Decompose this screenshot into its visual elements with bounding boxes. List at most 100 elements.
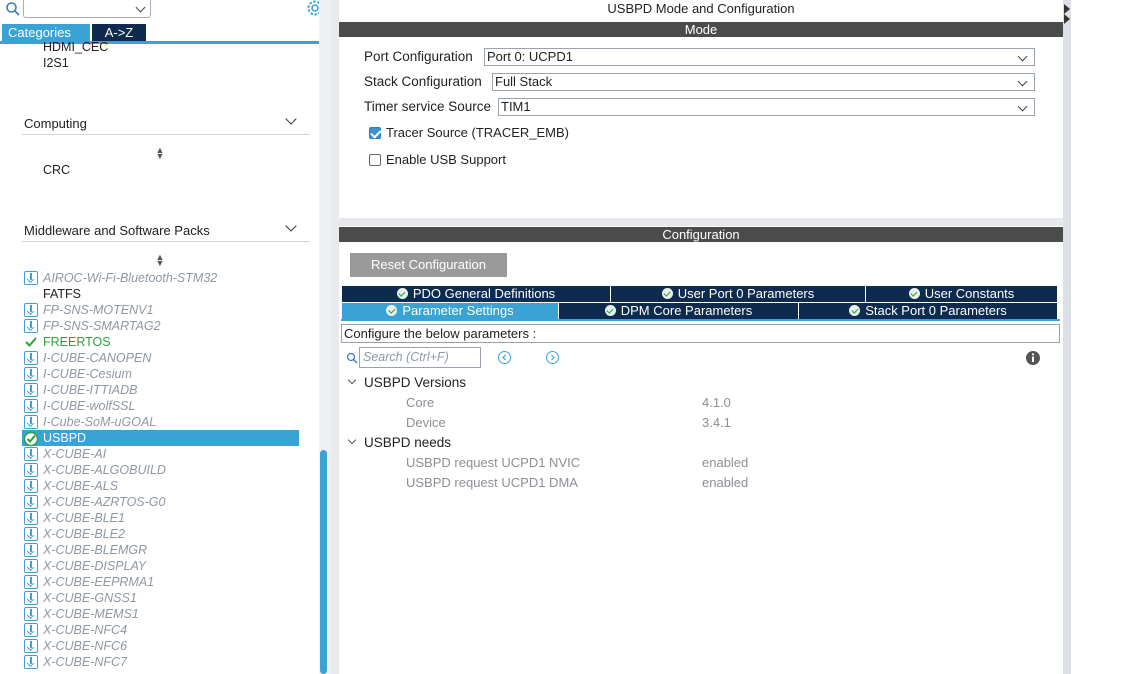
configuration-bar: Configuration [339,227,1063,242]
list-item-label: X-CUBE-ALS [43,479,119,493]
reset-configuration-button[interactable]: Reset Configuration [350,253,507,277]
list-item[interactable]: I-CUBE-Cesium [22,366,299,382]
tab-user-constants[interactable]: User Constants [866,286,1057,302]
list-item-label: FP-SNS-MOTENV1 [43,303,154,317]
download-icon [24,575,38,589]
tracer-source-label: Tracer Source (TRACER_EMB) [386,125,569,140]
list-item[interactable]: I-Cube-SoM-uGOAL [22,414,299,430]
list-item[interactable]: X-CUBE-EEPRMA1 [22,574,299,590]
list-item-label: X-CUBE-BLE2 [43,527,125,541]
list-item-label: X-CUBE-MEMS1 [43,607,139,621]
param-dma-value[interactable]: enabled [702,475,748,490]
group-usbpd-versions[interactable]: USBPD Versions [364,375,466,390]
tab-parameter-settings[interactable]: Parameter Settings [342,303,558,319]
group-usbpd-needs[interactable]: USBPD needs [364,435,451,450]
list-item[interactable]: FREERTOS [22,334,299,350]
list-item[interactable]: X-CUBE-GNSS1 [22,590,299,606]
list-item[interactable]: X-CUBE-ALGOBUILD [22,462,299,478]
param-dma-label: USBPD request UCPD1 DMA [406,475,578,490]
list-item[interactable]: FP-SNS-MOTENV1 [22,302,299,318]
tab-pdo-general[interactable]: PDO General Definitions [342,286,610,302]
stack-config-select[interactable]: Full Stack [492,73,1035,91]
list-item[interactable]: X-CUBE-ALS [22,478,299,494]
list-item[interactable]: X-CUBE-AZRTOS-G0 [22,494,299,510]
download-icon [24,447,38,461]
category-middleware[interactable]: Middleware and Software Packs [24,223,210,238]
download-icon [24,639,38,653]
list-item-label: AIROC-Wi-Fi-Bluetooth-STM32 [43,271,218,285]
download-icon [24,543,38,557]
scrollbar-thumb[interactable] [320,450,327,674]
info-icon[interactable] [1025,350,1041,366]
sort-icon[interactable]: ▲ ▼ [155,253,165,268]
previous-icon[interactable] [498,351,511,364]
parameter-search-input[interactable]: Search (Ctrl+F) [359,347,481,368]
list-item-label: X-CUBE-AI [43,447,107,461]
list-item[interactable]: X-CUBE-BLE1 [22,510,299,526]
tab-stack-port0[interactable]: Stack Port 0 Parameters [799,303,1057,319]
list-item[interactable]: I-CUBE-wolfSSL [22,398,299,414]
download-icon [24,383,38,397]
list-item-label: FREERTOS [43,335,111,349]
list-item[interactable]: X-CUBE-NFC7 [22,654,299,670]
timer-source-select[interactable]: TIM1 [498,98,1035,116]
list-item[interactable]: X-CUBE-NFC4 [22,622,299,638]
next-icon[interactable] [546,351,559,364]
page-title: USBPD Mode and Configuration [607,1,795,16]
chevron-down-icon[interactable] [285,113,297,125]
list-item-label: X-CUBE-NFC7 [43,655,128,669]
list-item[interactable]: X-CUBE-AI [22,446,299,462]
chevron-down-icon[interactable] [285,220,297,232]
list-item[interactable]: USBPD [22,430,299,447]
splitter[interactable] [339,218,1063,226]
list-item[interactable]: X-CUBE-NFC6 [22,638,299,654]
download-icon [24,607,38,621]
splitter[interactable] [330,0,339,674]
list-item[interactable]: FP-SNS-SMARTAG2 [22,318,299,334]
check-icon [849,305,861,316]
enable-usb-checkbox[interactable] [369,154,381,166]
list-item[interactable]: AIROC-Wi-Fi-Bluetooth-STM32 [22,270,299,286]
list-item[interactable]: X-CUBE-MEMS1 [22,606,299,622]
param-device-label: Device [406,415,446,430]
tab-dpm-core[interactable]: DPM Core Parameters [559,303,798,319]
param-core-label: Core [406,395,435,410]
search-icon[interactable] [5,1,21,17]
port-config-select[interactable]: Port 0: UCPD1 [484,48,1035,66]
list-item[interactable]: I-CUBE-ITTIADB [22,382,299,398]
list-item-label: I-CUBE-wolfSSL [43,399,136,413]
param-device-value[interactable]: 3.4.1 [702,415,731,430]
tab-underline [341,319,1060,321]
list-item-label: X-CUBE-NFC6 [43,639,128,653]
download-icon [24,303,38,317]
tab-categories[interactable]: Categories [2,24,90,41]
list-item-label: X-CUBE-BLE1 [43,511,125,525]
check-icon [661,288,673,299]
download-icon [24,351,38,365]
download-icon [24,655,38,669]
download-icon [24,591,38,605]
list-item-label: I-CUBE-ITTIADB [43,383,138,397]
param-nvic-value[interactable]: enabled [702,455,748,470]
list-item[interactable]: X-CUBE-BLE2 [22,526,299,542]
param-core-value[interactable]: 4.1.0 [702,395,731,410]
list-item[interactable]: I-CUBE-CANOPEN [22,350,299,366]
tab-user-port0[interactable]: User Port 0 Parameters [611,286,865,302]
list-item-label: X-CUBE-EEPRMA1 [43,575,155,589]
list-item[interactable]: HDMI_CEC [43,40,108,54]
list-item[interactable]: I2S1 [43,56,69,70]
mode-bar: Mode [339,22,1063,37]
download-icon [24,319,38,333]
component-search-combo[interactable] [23,0,151,18]
list-item[interactable]: X-CUBE-BLEMGR [22,542,299,558]
list-item-label: X-CUBE-GNSS1 [43,591,137,605]
list-item[interactable]: X-CUBE-DISPLAY [22,558,299,574]
sort-icon[interactable]: ▲ ▼ [155,146,165,161]
check-icon [908,288,920,299]
tracer-source-checkbox[interactable] [369,127,381,139]
category-computing[interactable]: Computing [24,116,87,131]
tab-a-to-z[interactable]: A->Z [92,24,146,41]
list-item-crc[interactable]: CRC [43,163,70,177]
collapse-arrow-icon[interactable] [1064,2,1070,24]
list-item[interactable]: FATFS [22,286,299,302]
